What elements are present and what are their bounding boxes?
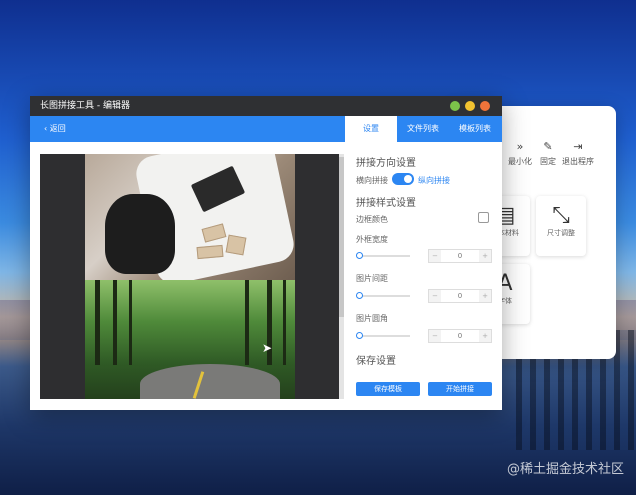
direction-toggle[interactable] bbox=[392, 173, 414, 185]
save-template-button[interactable]: 保存模板 bbox=[356, 382, 420, 396]
mouse-cursor-icon: ➤ bbox=[262, 341, 273, 355]
road-shape bbox=[140, 364, 280, 399]
start-merge-button[interactable]: 开始拼接 bbox=[428, 382, 492, 396]
direction-heading: 拼接方向设置 bbox=[356, 158, 416, 169]
plus-icon[interactable]: + bbox=[479, 290, 491, 302]
logout-icon: ⇥ bbox=[573, 140, 583, 153]
outer-border-slider[interactable] bbox=[358, 255, 410, 257]
image-radius-slider-knob[interactable] bbox=[356, 332, 363, 339]
image-gap-stepper[interactable]: − 0 + bbox=[428, 289, 492, 303]
image-gap-label: 图片间距 bbox=[356, 274, 388, 283]
shrink-icon: ⤡ bbox=[552, 203, 570, 228]
back-button[interactable]: ‹ 返回 bbox=[44, 116, 66, 142]
image-radius-label: 图片圆角 bbox=[356, 314, 388, 323]
minus-icon[interactable]: − bbox=[429, 330, 441, 342]
tree-trunk bbox=[129, 280, 132, 365]
style-heading: 拼接样式设置 bbox=[356, 198, 416, 209]
image-gap-slider-knob[interactable] bbox=[356, 292, 363, 299]
window-titlebar[interactable]: 长图拼接工具 - 编辑器 bbox=[30, 96, 502, 116]
box-shape bbox=[196, 244, 224, 260]
tree-trunk bbox=[283, 280, 286, 365]
save-heading: 保存设置 bbox=[356, 356, 396, 367]
tree-trunk bbox=[245, 280, 249, 365]
image-gap-slider[interactable] bbox=[358, 295, 410, 297]
tab-file-list[interactable]: 文件列表 bbox=[397, 116, 449, 142]
plus-icon[interactable]: + bbox=[479, 250, 491, 262]
toolbar-exit-label: 退出程序 bbox=[562, 157, 594, 166]
navbar: ‹ 返回 设置 文件列表 模板列表 bbox=[30, 116, 502, 142]
outer-border-stepper[interactable]: − 0 + bbox=[428, 249, 492, 263]
vertical-label[interactable]: 纵向拼接 bbox=[418, 175, 450, 186]
preview-image-forest bbox=[85, 280, 295, 399]
preview-canvas[interactable]: ➤ bbox=[40, 154, 344, 399]
toolbar-minimize-label: 最小化 bbox=[508, 157, 532, 166]
editor-window: 长图拼接工具 - 编辑器 ‹ 返回 设置 文件列表 模板列表 ➤ 拼接方向设置 … bbox=[30, 96, 502, 410]
border-color-picker[interactable] bbox=[478, 212, 489, 223]
outer-border-label: 外框宽度 bbox=[356, 235, 388, 244]
tree-trunk bbox=[95, 280, 100, 365]
image-radius-value[interactable]: 0 bbox=[441, 330, 479, 342]
preview-image-desk bbox=[85, 154, 295, 280]
box-shape bbox=[225, 234, 247, 256]
outer-border-value[interactable]: 0 bbox=[441, 250, 479, 262]
plus-icon[interactable]: + bbox=[479, 330, 491, 342]
tile-size-adjust[interactable]: ⤡ 尺寸调整 bbox=[536, 196, 586, 256]
tab-settings[interactable]: 设置 bbox=[345, 116, 397, 142]
person-figure bbox=[105, 194, 175, 274]
tree-trunk bbox=[113, 280, 117, 365]
maximize-icon[interactable] bbox=[465, 101, 475, 111]
toolbar-exit-item[interactable]: ⇥ 退出程序 bbox=[560, 140, 596, 167]
horizontal-label[interactable]: 横向拼接 bbox=[356, 175, 388, 186]
tile-size-adjust-label: 尺寸调整 bbox=[547, 229, 575, 237]
back-label: 返回 bbox=[49, 124, 66, 133]
watermark: @稀土掘金技术社区 bbox=[506, 462, 624, 477]
image-gap-value[interactable]: 0 bbox=[441, 290, 479, 302]
image-radius-stepper[interactable]: − 0 + bbox=[428, 329, 492, 343]
tab-template-list[interactable]: 模板列表 bbox=[449, 116, 501, 142]
minus-icon[interactable]: − bbox=[429, 250, 441, 262]
image-radius-slider[interactable] bbox=[358, 335, 410, 337]
outer-border-slider-knob[interactable] bbox=[356, 252, 363, 259]
toolbar-pin-label: 固定 bbox=[540, 157, 556, 166]
border-color-label: 边框颜色 bbox=[356, 215, 388, 224]
window-title: 长图拼接工具 - 编辑器 bbox=[40, 101, 130, 111]
minimize-icon[interactable] bbox=[450, 101, 460, 111]
preview-scrollbar-thumb[interactable] bbox=[339, 157, 344, 317]
minus-icon[interactable]: − bbox=[429, 290, 441, 302]
close-icon[interactable] bbox=[480, 101, 490, 111]
